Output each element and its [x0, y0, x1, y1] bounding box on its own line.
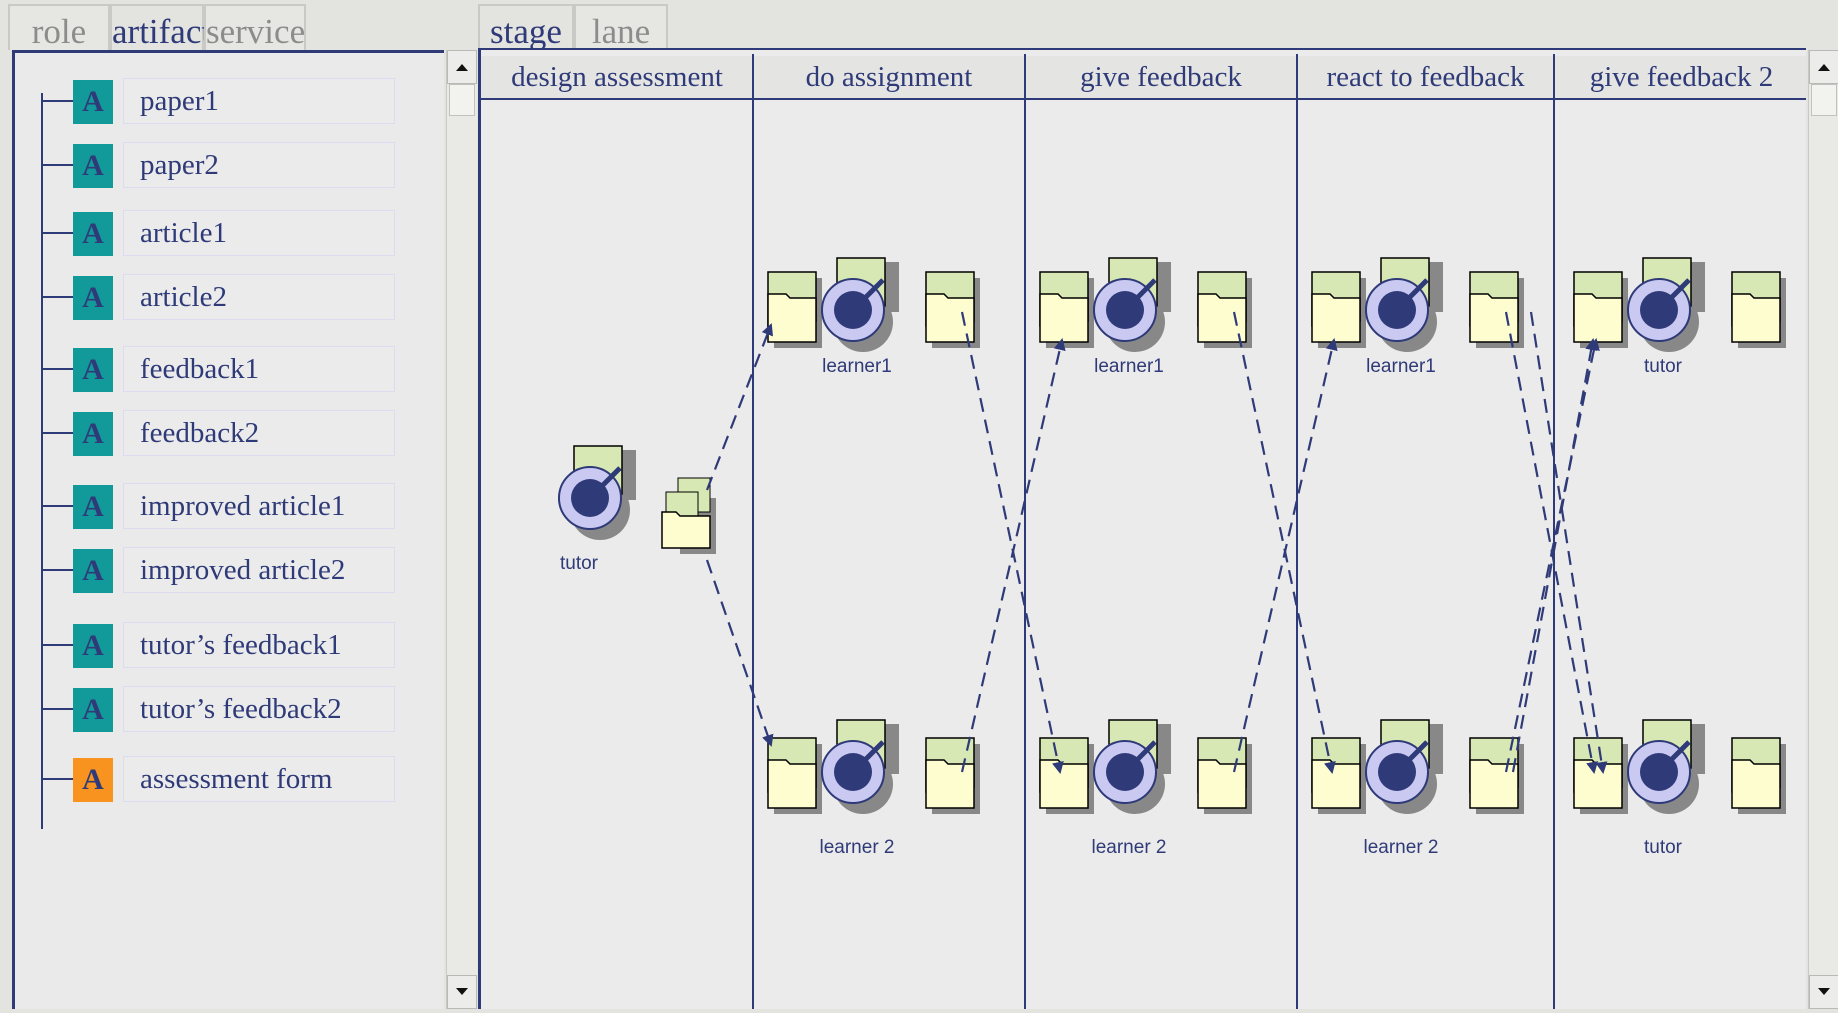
- output-doc-icon[interactable]: [925, 737, 980, 814]
- artifact-label[interactable]: paper1: [140, 78, 219, 124]
- tab-role[interactable]: role: [8, 4, 110, 51]
- artifact-label[interactable]: paper2: [140, 142, 219, 188]
- tutor-role-icon[interactable]: [558, 445, 636, 540]
- artifact-label[interactable]: article2: [140, 274, 227, 320]
- flow-arrow: [705, 559, 774, 747]
- artifact-icon: A: [73, 485, 113, 529]
- output-doc-icon[interactable]: [1197, 737, 1252, 814]
- artifact-label[interactable]: improved article1: [140, 483, 345, 529]
- artifact-icon: A: [73, 80, 113, 124]
- tree-branch: [41, 569, 73, 571]
- flow-arrow: [1232, 311, 1336, 774]
- tree-branch: [41, 296, 73, 298]
- arrow-up-icon: [1818, 64, 1830, 71]
- artifact-label[interactable]: article1: [140, 210, 227, 256]
- role-label: learner 2: [819, 837, 895, 858]
- output-doc-icon[interactable]: [1731, 737, 1786, 814]
- artifact-tree-panel: Apaper1 Apaper2 Aarticle1 Aarticle2 Afeedbac…: [12, 50, 444, 1009]
- right-tab-strip: stage lane: [478, 0, 1838, 51]
- tab-lane[interactable]: lane: [574, 4, 668, 51]
- tree-branch: [41, 708, 73, 710]
- output-doc-icon[interactable]: [1469, 271, 1524, 348]
- artifact-icon: A: [73, 688, 113, 732]
- tree-branch: [41, 232, 73, 234]
- artifact-icon: A: [73, 412, 113, 456]
- process-diagram: [558, 257, 1786, 814]
- left-scrollbar[interactable]: [446, 50, 477, 1009]
- role-label: learner 2: [1363, 837, 1439, 858]
- role-icon-top[interactable]: [1627, 257, 1705, 352]
- artifact-icon: A: [73, 758, 113, 802]
- tree-branch: [41, 505, 73, 507]
- tab-service[interactable]: service: [204, 4, 306, 51]
- arrow-up-icon: [456, 64, 468, 71]
- tab-artifact[interactable]: artifact: [110, 4, 211, 51]
- role-label: learner1: [1094, 356, 1164, 377]
- role-icon-top[interactable]: [821, 257, 899, 352]
- tree-branch: [41, 432, 73, 434]
- artifact-icon: A: [73, 144, 113, 188]
- artifact-label[interactable]: improved article2: [140, 547, 345, 593]
- canvas-scroll-up-button[interactable]: [1809, 50, 1838, 84]
- input-doc-icon[interactable]: [1311, 271, 1366, 348]
- role-icon-bottom[interactable]: [1365, 719, 1443, 814]
- artifact-label[interactable]: tutor’s feedback2: [140, 686, 342, 732]
- artifact-icon: A: [73, 549, 113, 593]
- tree-branch: [41, 778, 73, 780]
- tree-trunk: [41, 93, 43, 829]
- artifact-icon: A: [73, 348, 113, 392]
- canvas-scrollbar[interactable]: [1808, 50, 1838, 1009]
- input-doc-icon[interactable]: [1573, 271, 1628, 348]
- artifact-label[interactable]: feedback1: [140, 346, 259, 392]
- input-doc-icon[interactable]: [1573, 737, 1628, 814]
- left-tab-strip: role artifact service: [0, 0, 470, 51]
- role-label: learner1: [822, 356, 892, 377]
- output-doc-icon[interactable]: [1197, 271, 1252, 348]
- tab-stage[interactable]: stage: [478, 4, 574, 51]
- canvas-scroll-thumb[interactable]: [1811, 84, 1837, 116]
- output-doc-icon[interactable]: [925, 271, 980, 348]
- scroll-up-button[interactable]: [447, 50, 477, 84]
- role-icon-bottom[interactable]: [1627, 719, 1705, 814]
- role-label: tutor: [1643, 837, 1683, 858]
- artifact-icon: A: [73, 276, 113, 320]
- input-doc-icon[interactable]: [1311, 737, 1366, 814]
- artifact-icon: A: [73, 624, 113, 668]
- input-doc-icon[interactable]: [767, 737, 822, 814]
- role-icon-bottom[interactable]: [821, 719, 899, 814]
- artifact-label[interactable]: feedback2: [140, 410, 259, 456]
- artifact-label[interactable]: assessment form: [140, 756, 333, 802]
- artifact-icon: A: [73, 212, 113, 256]
- flow-arrow: [1504, 311, 1599, 774]
- flow-arrow: [705, 323, 773, 491]
- arrow-down-icon: [1818, 988, 1830, 995]
- canvas-scroll-down-button[interactable]: [1809, 975, 1838, 1009]
- role-label: learner1: [1366, 356, 1436, 377]
- role-icon-top[interactable]: [1365, 257, 1443, 352]
- output-doc-icon[interactable]: [1731, 271, 1786, 348]
- scroll-down-button[interactable]: [447, 975, 477, 1009]
- input-doc-icon[interactable]: [1039, 737, 1094, 814]
- tree-branch: [41, 644, 73, 646]
- tree-branch: [41, 100, 73, 102]
- stage-canvas[interactable]: design assessment do assignment give feedb…: [478, 48, 1806, 1009]
- input-doc-icon[interactable]: [767, 271, 822, 348]
- role-icon-bottom[interactable]: [1093, 719, 1171, 814]
- flow-arrow: [1529, 311, 1608, 774]
- artifact-label[interactable]: tutor’s feedback1: [140, 622, 342, 668]
- output-doc-icon[interactable]: [1469, 737, 1524, 814]
- role-label: tutor: [1643, 356, 1683, 377]
- flow-arrow: [960, 311, 1064, 774]
- arrow-down-icon: [456, 988, 468, 995]
- scroll-thumb[interactable]: [449, 84, 475, 116]
- role-icon-top[interactable]: [1093, 257, 1171, 352]
- role-label: learner 2: [1091, 837, 1167, 858]
- input-doc-icon[interactable]: [1039, 271, 1094, 348]
- tree-branch: [41, 164, 73, 166]
- role-label: tutor: [559, 553, 599, 574]
- tree-branch: [41, 368, 73, 370]
